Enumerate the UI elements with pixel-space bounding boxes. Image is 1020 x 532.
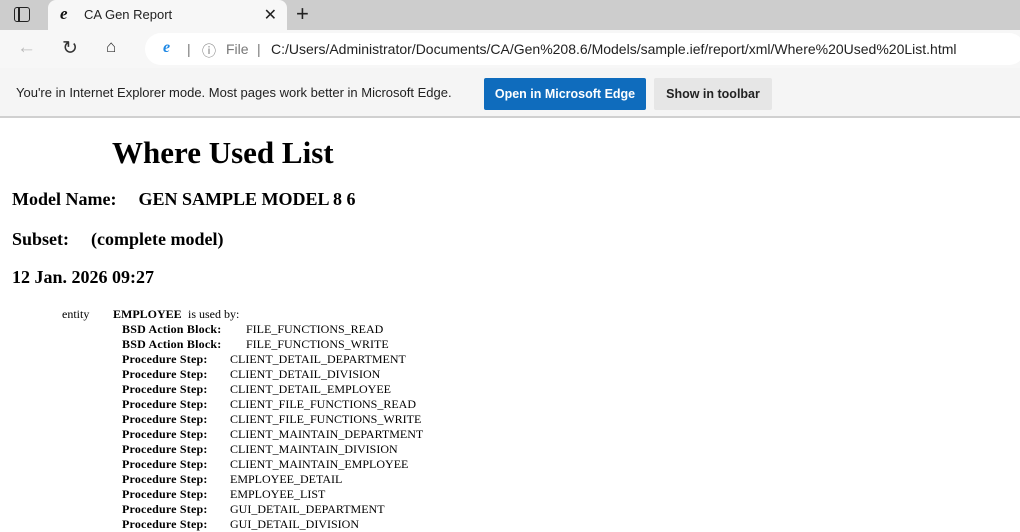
entity-header: entity EMPLOYEE is used by: xyxy=(62,307,239,322)
page-title: Where Used List xyxy=(112,135,334,170)
usage-name: EMPLOYEE_LIST xyxy=(230,487,326,501)
usage-name: GUI_DETAIL_DIVISION xyxy=(230,517,360,531)
address-bar[interactable]: e | ⓘ File | C:/Users/Administrator/Docu… xyxy=(145,33,1020,65)
report-page: Where Used List Model Name: GEN SAMPLE MO… xyxy=(0,120,1020,531)
usage-type: Procedure Step: xyxy=(122,517,208,531)
subset-label: Subset: xyxy=(12,229,70,249)
file-label: File xyxy=(226,41,249,57)
usage-type: Procedure Step: xyxy=(122,382,208,396)
usage-name: CLIENT_FILE_FUNCTIONS_READ xyxy=(230,397,416,411)
usage-type: Procedure Step: xyxy=(122,412,208,426)
model-name: Model Name: GEN SAMPLE MODEL 8 6 xyxy=(12,189,356,210)
usage-row: Procedure Step: CLIENT_DETAIL_DIVISION xyxy=(122,367,380,382)
usage-type: Procedure Step: xyxy=(122,442,208,456)
usage-row: BSD Action Block: FILE_FUNCTIONS_READ xyxy=(122,322,383,337)
toolbar: ← ↻ ⌂ e | ⓘ File | C:/Users/Administrato… xyxy=(0,30,1020,68)
usage-row: Procedure Step: CLIENT_DETAIL_DEPARTMENT xyxy=(122,352,406,367)
tab-strip: e CA Gen Report ✕ + xyxy=(0,0,1020,30)
ie-mode-infobar: You're in Internet Explorer mode. Most p… xyxy=(0,68,1020,118)
tab-actions-icon[interactable] xyxy=(14,7,30,22)
usage-name: GUI_DETAIL_DEPARTMENT xyxy=(230,502,385,516)
usage-name: EMPLOYEE_DETAIL xyxy=(230,472,343,486)
usage-type: Procedure Step: xyxy=(122,487,208,501)
ie-mode-icon[interactable]: e xyxy=(163,39,170,57)
open-in-edge-button[interactable]: Open in Microsoft Edge xyxy=(484,78,646,110)
entity-kind: entity xyxy=(62,307,90,321)
separator: | xyxy=(187,41,191,57)
usage-type: Procedure Step: xyxy=(122,427,208,441)
show-in-toolbar-button[interactable]: Show in toolbar xyxy=(654,78,772,110)
usage-name: CLIENT_MAINTAIN_DIVISION xyxy=(230,442,398,456)
usage-name: CLIENT_MAINTAIN_DEPARTMENT xyxy=(230,427,424,441)
back-icon[interactable]: ← xyxy=(17,37,36,59)
ie-icon: e xyxy=(60,4,68,23)
entity-name: EMPLOYEE xyxy=(113,307,182,321)
separator: | xyxy=(257,41,261,57)
new-tab-button[interactable]: + xyxy=(296,1,309,27)
usage-type: BSD Action Block: xyxy=(122,322,222,336)
usage-type: Procedure Step: xyxy=(122,502,208,516)
subset-value: (complete model) xyxy=(91,229,224,249)
usage-row: Procedure Step: GUI_DETAIL_DEPARTMENT xyxy=(122,502,385,517)
usage-row: Procedure Step: CLIENT_MAINTAIN_DIVISION xyxy=(122,442,398,457)
usage-name: CLIENT_MAINTAIN_EMPLOYEE xyxy=(230,457,409,471)
usage-name: CLIENT_DETAIL_DEPARTMENT xyxy=(230,352,406,366)
usage-name: CLIENT_DETAIL_EMPLOYEE xyxy=(230,382,392,396)
ie-mode-message: You're in Internet Explorer mode. Most p… xyxy=(16,85,452,100)
usage-type: Procedure Step: xyxy=(122,457,208,471)
model-label: Model Name: xyxy=(12,189,117,209)
model-value: GEN SAMPLE MODEL 8 6 xyxy=(138,189,356,209)
usage-row: Procedure Step: CLIENT_MAINTAIN_DEPARTMEN… xyxy=(122,427,423,442)
usage-row: Procedure Step: EMPLOYEE_LIST xyxy=(122,487,325,502)
home-icon[interactable]: ⌂ xyxy=(106,37,116,57)
usage-name: CLIENT_DETAIL_DIVISION xyxy=(230,367,381,381)
info-icon[interactable]: ⓘ xyxy=(202,41,216,61)
usage-name: FILE_FUNCTIONS_READ xyxy=(246,322,384,336)
report-date: 12 Jan. 2026 09:27 xyxy=(12,267,155,287)
url-text[interactable]: C:/Users/Administrator/Documents/CA/Gen%… xyxy=(271,41,957,57)
usage-type: BSD Action Block: xyxy=(122,337,222,351)
usage-type: Procedure Step: xyxy=(122,397,208,411)
usage-name: FILE_FUNCTIONS_WRITE xyxy=(246,337,389,351)
tab-ca-gen-report[interactable]: e CA Gen Report ✕ xyxy=(48,0,287,30)
usage-row: Procedure Step: CLIENT_FILE_FUNCTIONS_WRI… xyxy=(122,412,421,427)
usage-name: CLIENT_FILE_FUNCTIONS_WRITE xyxy=(230,412,422,426)
tab-title: CA Gen Report xyxy=(84,7,173,22)
close-tab-icon[interactable]: ✕ xyxy=(264,5,277,25)
usage-type: Procedure Step: xyxy=(122,352,208,366)
refresh-icon[interactable]: ↻ xyxy=(62,37,78,60)
usage-row: BSD Action Block: FILE_FUNCTIONS_WRITE xyxy=(122,337,389,352)
subset: Subset: (complete model) xyxy=(12,229,223,250)
usage-row: Procedure Step: CLIENT_FILE_FUNCTIONS_REA… xyxy=(122,397,416,412)
usage-row: Procedure Step: CLIENT_MAINTAIN_EMPLOYEE xyxy=(122,457,408,472)
usage-type: Procedure Step: xyxy=(122,472,208,486)
usage-row: Procedure Step: GUI_DETAIL_DIVISION xyxy=(122,517,359,532)
usage-type: Procedure Step: xyxy=(122,367,208,381)
usage-row: Procedure Step: EMPLOYEE_DETAIL xyxy=(122,472,342,487)
usage-row: Procedure Step: CLIENT_DETAIL_EMPLOYEE xyxy=(122,382,391,397)
used-by-label: is used by: xyxy=(188,307,240,321)
